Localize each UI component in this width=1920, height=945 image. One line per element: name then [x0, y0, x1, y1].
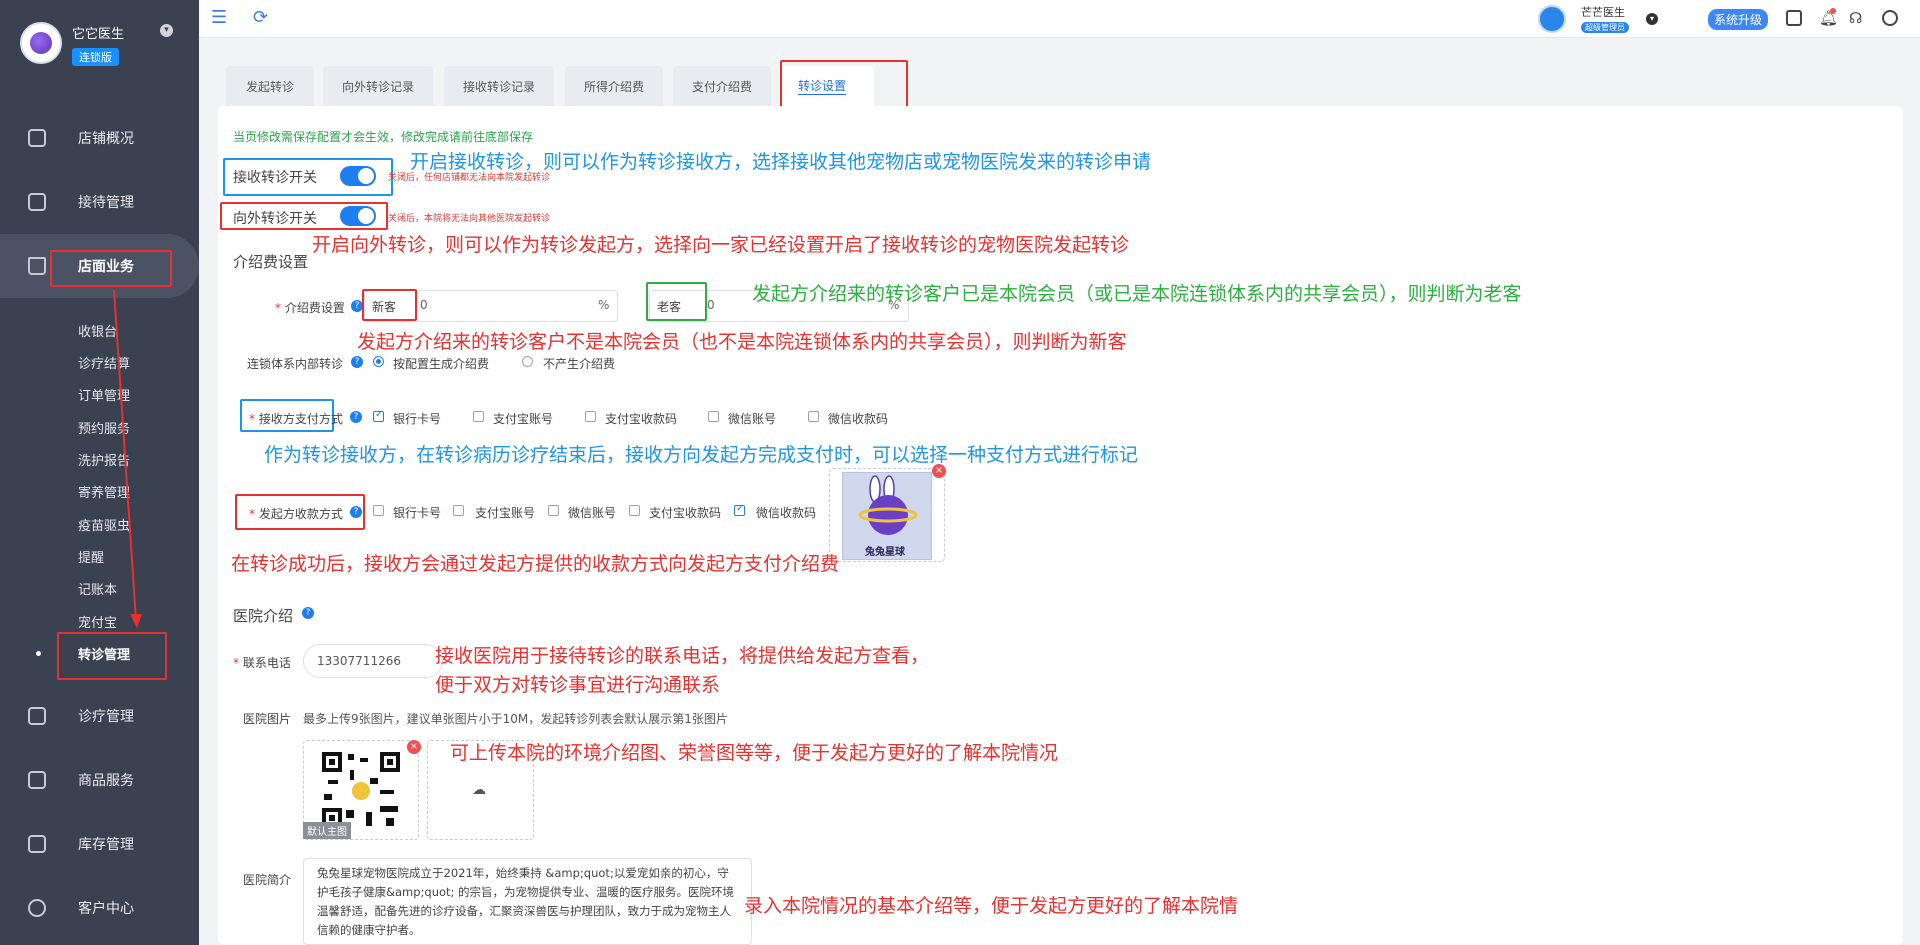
user-avatar[interactable]: [1538, 5, 1566, 33]
tab-fees-earned[interactable]: 所得介绍费: [565, 66, 663, 106]
collect-method-label: * 发起方收款方式: [249, 507, 343, 521]
annotation-box: [646, 282, 707, 321]
pay-checkbox-wechat-account[interactable]: [708, 411, 719, 422]
rabbit-planet-logo-icon: [858, 475, 918, 535]
outward-toggle[interactable]: [340, 206, 376, 226]
phone-value[interactable]: 13307711266: [317, 654, 401, 668]
tab-label: 支付介绍费: [691, 79, 752, 94]
collect-checkbox-wechat-qr[interactable]: [734, 503, 745, 516]
collect-option-label: 银行卡号: [393, 506, 442, 520]
annotation-new-client: 发起方介绍来的转诊客户不是本院会员（也不是本院连锁体系内的共享会员），则判断为新…: [357, 331, 1127, 353]
fee-section-title: 介绍费设置: [233, 253, 309, 271]
percent-sign: %: [598, 298, 610, 312]
annotation-phone-line1: 接收医院用于接待转诊的联系电话，将提供给发起方查看，: [435, 645, 930, 667]
role-badge: 超级管理员: [1581, 22, 1629, 33]
collect-option-label: 微信收款码: [756, 506, 817, 520]
images-label: 医院图片: [243, 712, 292, 726]
pay-checkbox-wechat-qr[interactable]: [808, 411, 819, 422]
pay-option-label: 支付宝账号: [493, 412, 554, 426]
clock-icon[interactable]: [1882, 10, 1898, 26]
annotation-receive: 开启接收转诊，则可以作为转诊接收方，选择接收其他宠物店或宠物医院发来的转诊申请: [410, 151, 1152, 173]
tab-label: 所得介绍费: [583, 79, 644, 94]
qr-image-caption: 兔兔星球: [865, 547, 905, 558]
help-icon[interactable]: ?: [350, 411, 362, 423]
qr-code-icon: [322, 752, 400, 828]
top-bar: ☰ ⟳ 芒芒医生 超级管理员 ▾ 系统升级 🔔︎ ☊: [199, 0, 1920, 38]
pay-option-label: 微信收款码: [828, 412, 889, 426]
annotation-phone-line2: 便于双方对转诊事宜进行沟通联系: [435, 674, 721, 696]
intro-text[interactable]: 兔兔星球宠物医院成立于2021年，始终秉持 &amp;quot;以爱宠如亲的初心…: [317, 864, 737, 940]
save-notice: 当页修改需保存配置才会生效，修改完成请前往底部保存: [233, 130, 534, 144]
images-hint: 最多上传9张图片，建议单张图片小于10M，发起转诊列表会默认展示第1张图片: [303, 712, 728, 726]
pay-option-label: 银行卡号: [393, 412, 442, 426]
upgrade-button[interactable]: 系统升级: [1708, 9, 1769, 30]
receive-toggle-label: 接收转诊开关: [233, 170, 317, 186]
tab-fees-paid[interactable]: 支付介绍费: [673, 66, 771, 106]
intro-label: 医院简介: [243, 873, 292, 887]
chain-option-none: 不产生介绍费: [543, 357, 616, 371]
pay-checkbox-bank[interactable]: [373, 409, 384, 422]
menu-icon[interactable]: ☰: [211, 7, 227, 28]
old-client-fee-value[interactable]: 0: [707, 298, 715, 312]
tab-label: 发起转诊: [245, 79, 294, 94]
chevron-down-icon[interactable]: ▾: [1646, 13, 1658, 25]
pay-option-label: 微信账号: [728, 412, 777, 426]
chain-option-generate: 按配置生成介绍费: [393, 357, 490, 371]
headset-icon[interactable]: ☊: [1849, 9, 1862, 27]
outward-toggle-label: 向外转诊开关: [233, 211, 317, 227]
chain-radio-generate[interactable]: [373, 356, 384, 367]
help-icon[interactable]: ?: [350, 506, 362, 518]
collect-checkbox-alipay-qr[interactable]: [629, 505, 640, 516]
tab-initiate-referral[interactable]: 发起转诊: [226, 66, 314, 106]
receive-toggle[interactable]: [340, 166, 376, 186]
collect-checkbox-wechat-account[interactable]: [548, 505, 559, 516]
fee-label: * 介绍费设置: [275, 301, 345, 315]
collect-option-label: 微信账号: [568, 506, 617, 520]
chain-radio-none[interactable]: [522, 356, 533, 367]
pay-checkbox-alipay-account[interactable]: [473, 411, 484, 422]
tab-outward-records[interactable]: 向外转诊记录: [323, 66, 433, 106]
annotation-intro: 录入本院情况的基本介绍等，便于发起方更好的了解本院情: [744, 895, 1239, 917]
annotation-collect: 在转诊成功后，接收方会通过发起方提供的收款方式向发起方支付介绍费: [231, 553, 840, 575]
tab-label: 接收转诊记录: [462, 79, 535, 94]
chain-label: 连锁体系内部转诊: [247, 357, 344, 371]
annotation-arrow: [113, 289, 142, 628]
pay-checkbox-alipay-qr[interactable]: [585, 411, 596, 422]
delete-image-icon[interactable]: ×: [407, 740, 421, 754]
help-icon[interactable]: ?: [351, 356, 363, 368]
pay-option-label: 支付宝收款码: [605, 412, 678, 426]
calendar-icon[interactable]: [1786, 10, 1802, 26]
refresh-icon[interactable]: ⟳: [253, 7, 268, 28]
new-client-fee-value[interactable]: 0: [420, 298, 428, 312]
outward-hint: 关闭后，本院将无法向其他医院发起转诊: [388, 214, 551, 224]
tab-label: 向外转诊记录: [341, 79, 414, 94]
annotation-outward: 开启向外转诊，则可以作为转诊发起方，选择向一家已经设置开启了接收转诊的宠物医院发…: [312, 234, 1130, 256]
collect-option-label: 支付宝收款码: [649, 506, 722, 520]
annotation-box: [362, 289, 417, 321]
top-user-name: 芒芒医生: [1581, 6, 1625, 19]
collect-qr-image: 兔兔星球: [842, 472, 932, 560]
annotation-pay-method: 作为转诊接收方，在转诊病历诊疗结束后，接收方向发起方完成支付时，可以选择一种支付…: [264, 444, 1139, 466]
phone-label: * 联系电话: [233, 656, 291, 670]
default-image-tag: 默认主图: [303, 822, 351, 839]
help-icon[interactable]: ?: [302, 607, 314, 619]
sidebar: 它它医生 连锁版 ▾ 店铺概况 接待管理 店面业务 收银台 诊疗结算 订单管理 …: [0, 0, 199, 945]
notification-dot: [1830, 8, 1836, 14]
collect-checkbox-alipay-account[interactable]: [453, 505, 464, 516]
pay-method-label: * 接收方支付方式: [249, 412, 343, 426]
hospital-section-title: 医院介绍: [233, 607, 294, 625]
collect-option-label: 支付宝账号: [475, 506, 536, 520]
annotation-images: 可上传本院的环境介绍图、荣誉图等等，便于发起方更好的了解本院情况: [450, 742, 1059, 764]
tab-received-records[interactable]: 接收转诊记录: [444, 66, 554, 106]
collect-checkbox-bank[interactable]: [373, 505, 384, 516]
annotation-old-client: 发起方介绍来的转诊客户已是本院会员（或已是本院连锁体系内的共享会员），则判断为老…: [752, 283, 1522, 305]
delete-image-icon[interactable]: ×: [932, 464, 946, 478]
cloud-upload-icon[interactable]: ☁: [472, 782, 486, 798]
hospital-qr-image: [320, 750, 402, 830]
